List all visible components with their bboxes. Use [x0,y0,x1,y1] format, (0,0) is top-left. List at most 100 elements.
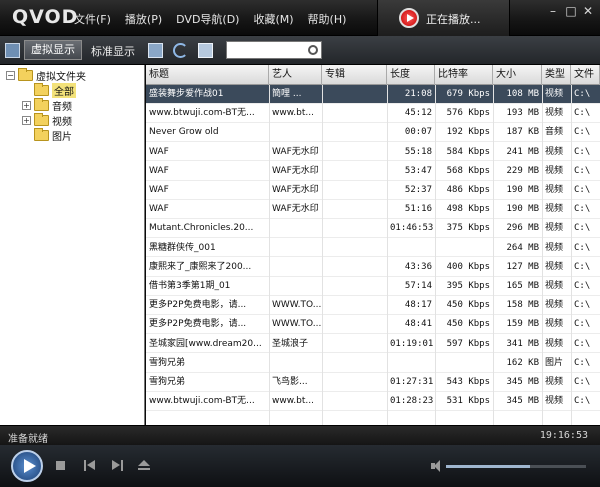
column-divider [322,85,323,425]
table-row[interactable]: 盛装舞步爱作战01 簡哩 ... 21:08 679 Kbps 108 MB 视频 C:\ [146,85,600,104]
column-divider [435,85,436,425]
tab-virtual-view[interactable]: 虚拟显示 [24,40,82,60]
column-bitrate[interactable]: 比特率 [435,65,493,85]
table-row[interactable]: www.btwuji.com-BT无... www.bt... 45:12 576 K… [146,104,600,123]
cell-length: 00:07 [404,127,432,138]
stop-icon[interactable] [56,461,65,470]
cell-title: 雪狗兄弟 [149,357,186,368]
cell-bitrate: 531 Kbps [446,396,490,407]
cell-type: 视频 [545,185,564,195]
cell-file: C:\ [574,185,591,195]
volume-icon[interactable] [431,460,441,472]
column-divider [387,85,388,425]
menu-favorites[interactable]: 收藏(M) [253,11,293,27]
expand-icon[interactable]: + [22,115,31,125]
cell-length: 21:08 [404,89,432,99]
next-icon[interactable] [112,460,124,472]
table-row[interactable]: Mutant.Chronicles.20... 01:46:53 375 Kbps 2… [146,219,600,239]
volume-slider[interactable] [446,465,586,468]
search-icon[interactable] [308,45,318,55]
column-file[interactable]: 文件 [571,65,600,85]
menu-bar: 文件(F) 播放(P) DVD导航(D) 收藏(M) 帮助(H) [74,11,360,27]
column-type[interactable]: 类型 [542,65,571,85]
cell-bitrate: 543 Kbps [446,377,490,387]
cell-artist: 飞鸟影... [272,377,308,387]
menu-file[interactable]: 文件(F) [74,11,111,27]
cell-file: C:\ [574,281,591,291]
tree-item-video[interactable]: + 视频 [22,112,72,128]
eject-icon[interactable] [138,460,150,472]
maximize-icon[interactable]: □ [563,4,579,18]
refresh-icon[interactable] [173,43,188,58]
cell-bitrate: 597 Kbps [446,338,490,349]
close-icon[interactable]: ✕ [580,4,596,18]
play-button[interactable] [11,450,43,482]
cell-file: C:\ [574,204,591,215]
table-row[interactable]: 借书第3季第1期_01 57:14 395 Kbps 165 MB 视频 C:\ [146,277,600,296]
table-row[interactable]: WAF WAF无水印 55:18 584 Kbps 241 MB 视频 C:\ [146,143,600,162]
volume-level [446,465,530,468]
previous-icon[interactable] [84,460,96,472]
cell-bitrate: 375 Kbps [446,223,490,234]
cell-artist: WAF无水印 [272,165,319,176]
table-row[interactable]: 更多P2P免费电影，请... WWW.TO... 48:41 450 Kbps 159 … [146,315,600,335]
tree-item-images-label: 图片 [52,131,72,143]
cell-title: 康熙来了_康熙来了200... [149,261,252,272]
table-row[interactable]: Never Grow old 00:07 192 Kbps 187 KB 音频 C:\ [146,123,600,143]
table-row[interactable]: 圣城家园[www.dream20... 圣城浪子 01:19:01 597 Kbps 3… [146,335,600,354]
table-row[interactable]: 更多P2P免费电影，请... WWW.TO... 48:17 450 Kbps 158 … [146,296,600,315]
menu-dvd-nav[interactable]: DVD导航(D) [176,11,239,27]
search-input[interactable] [226,41,322,59]
tree-item-images[interactable]: 图片 [34,127,72,143]
collapse-icon[interactable]: − [6,70,15,80]
tree-root[interactable]: − 虚拟文件夹 [6,67,86,83]
cell-file: C:\ [574,146,591,157]
cell-artist: www.bt... [272,108,314,119]
cell-bitrate: 498 Kbps [446,204,490,215]
minimize-icon[interactable]: – [545,4,561,18]
cell-size: 108 MB [506,89,539,99]
table-row[interactable]: 雪狗兄弟 飞鸟影... 01:27:31 543 Kbps 345 MB 视频 C:\ [146,373,600,392]
cell-bitrate: 395 Kbps [446,281,490,291]
cell-size: 187 KB [506,127,539,138]
file-manager-icon[interactable] [5,43,20,58]
cell-album [322,315,387,333]
cell-bitrate: 450 Kbps [446,300,490,311]
tree-item-audio[interactable]: + 音频 [22,97,72,113]
column-title[interactable]: 标题 [146,65,269,85]
table-row[interactable]: www.btwuji.com-BT无... www.bt... 01:28:23 53… [146,392,600,411]
cell-bitrate: 568 Kbps [446,165,490,176]
list-icon[interactable] [198,43,213,58]
cell-length: 55:18 [404,146,432,157]
table-row[interactable]: 康熙来了_康熙来了200... 43:36 400 Kbps 127 MB 视频 C:\ [146,258,600,277]
table-row[interactable]: WAF WAF无水印 51:16 498 Kbps 190 MB 视频 C:\ [146,200,600,219]
cell-type: 视频 [545,223,564,234]
cell-bitrate [435,239,493,257]
table-row[interactable]: 雪狗兄弟 162 KB 图片 C:\ [146,354,600,373]
title-bar: QVOD 文件(F) 播放(P) DVD导航(D) 收藏(M) 帮助(H) 正在… [0,0,600,36]
column-length[interactable]: 长度 [387,65,435,85]
cell-type: 视频 [545,146,564,157]
cell-length: 52:37 [404,185,432,195]
expand-icon[interactable]: + [22,100,31,110]
now-playing-button[interactable]: 正在播放... [377,0,510,36]
cell-title: 更多P2P免费电影，请... [149,300,247,311]
cell-title: 盛装舞步爱作战01 [149,89,224,99]
menu-play[interactable]: 播放(P) [125,11,162,27]
column-size[interactable]: 大小 [493,65,542,85]
column-album[interactable]: 专辑 [322,65,387,85]
cell-bitrate: 486 Kbps [446,185,490,195]
column-divider [542,85,543,425]
table-row[interactable]: WAF WAF无水印 53:47 568 Kbps 229 MB 视频 C:\ [146,162,600,181]
table-row[interactable]: 黑糖群侠传_001 264 MB 视频 C:\ [146,239,600,258]
tab-standard-view[interactable]: 标准显示 [91,43,135,59]
media-library-icon[interactable] [148,43,163,58]
cell-length [387,239,435,257]
tree-item-all[interactable]: 全部 [34,82,76,98]
cell-file: C:\ [574,223,591,234]
cell-size: 193 MB [506,108,539,119]
column-artist[interactable]: 艺人 [269,65,322,85]
cell-album [322,373,387,391]
menu-help[interactable]: 帮助(H) [308,11,347,27]
table-row[interactable]: WAF WAF无水印 52:37 486 Kbps 190 MB 视频 C:\ [146,181,600,200]
